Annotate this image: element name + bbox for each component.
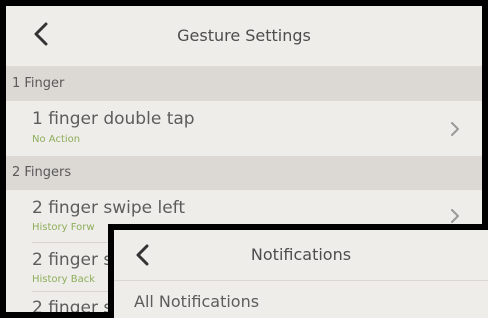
row-subtitle: History Forw xyxy=(32,222,95,233)
section-header-2-fingers: 2 Fingers xyxy=(6,156,482,190)
row-title: 2 finger swipe left xyxy=(32,198,186,218)
page-title: Gesture Settings xyxy=(177,26,311,45)
row-title: 2 finger s xyxy=(32,250,113,270)
row-title: 1 finger double tap xyxy=(32,109,195,129)
header: Gesture Settings xyxy=(6,6,482,67)
row-subtitle: History Back xyxy=(32,274,96,285)
chevron-right-icon xyxy=(451,209,459,223)
row-1-finger-double-tap[interactable]: 1 finger double tap No Action xyxy=(6,101,482,156)
list-item-all-notifications[interactable]: All Notifications xyxy=(134,292,259,311)
notifications-window: Notifications All Notifications xyxy=(108,224,488,318)
row-subtitle: No Action xyxy=(32,134,81,145)
section-header-1-finger: 1 Finger xyxy=(6,67,482,101)
row-title: 2 finger s xyxy=(32,298,113,318)
chevron-right-icon xyxy=(451,122,459,136)
page-title: Notifications xyxy=(250,245,352,264)
header: Notifications xyxy=(114,230,488,281)
